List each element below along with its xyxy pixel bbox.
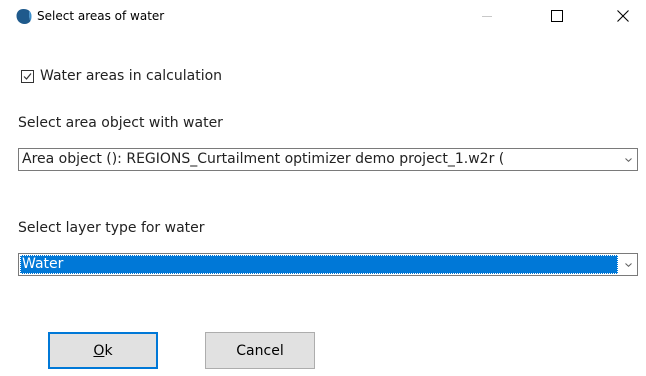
ok-button[interactable]: Ok bbox=[48, 332, 158, 369]
close-button[interactable] bbox=[600, 0, 646, 32]
app-logo-icon bbox=[16, 9, 32, 24]
water-areas-checkbox-label: Water areas in calculation bbox=[40, 68, 223, 84]
dropdown-arrow-area-object[interactable] bbox=[619, 149, 637, 170]
ok-mnemonic: O bbox=[93, 342, 105, 359]
minimize-button[interactable] bbox=[464, 0, 510, 32]
water-areas-checkbox[interactable] bbox=[21, 69, 34, 83]
minimize-icon bbox=[482, 16, 492, 17]
maximize-button[interactable] bbox=[534, 0, 580, 32]
water-areas-checkbox-row[interactable]: Water areas in calculation bbox=[21, 67, 222, 85]
ok-button-label: Ok bbox=[93, 343, 112, 359]
area-object-value: Area object (): REGIONS_Curtailment opti… bbox=[22, 151, 505, 167]
close-icon bbox=[617, 10, 629, 22]
area-object-label: Select area object with water bbox=[18, 115, 223, 131]
maximize-icon bbox=[551, 10, 563, 22]
title-bar[interactable]: Select areas of water bbox=[0, 0, 646, 32]
window-title: Select areas of water bbox=[37, 9, 165, 23]
dropdown-arrow-layer-type[interactable] bbox=[619, 254, 637, 275]
layer-type-dropdown[interactable]: Water bbox=[18, 253, 638, 276]
chevron-down-icon bbox=[624, 157, 632, 162]
cancel-button[interactable]: Cancel bbox=[205, 332, 315, 369]
layer-type-label: Select layer type for water bbox=[18, 220, 205, 236]
chevron-down-icon bbox=[624, 262, 632, 267]
layer-type-value: Water bbox=[20, 255, 618, 274]
dialog-window: Select areas of water Water areas in cal… bbox=[0, 0, 646, 376]
checkmark-icon bbox=[23, 72, 32, 80]
area-object-dropdown[interactable]: Area object (): REGIONS_Curtailment opti… bbox=[18, 148, 638, 171]
ok-label-rest: k bbox=[104, 342, 113, 359]
